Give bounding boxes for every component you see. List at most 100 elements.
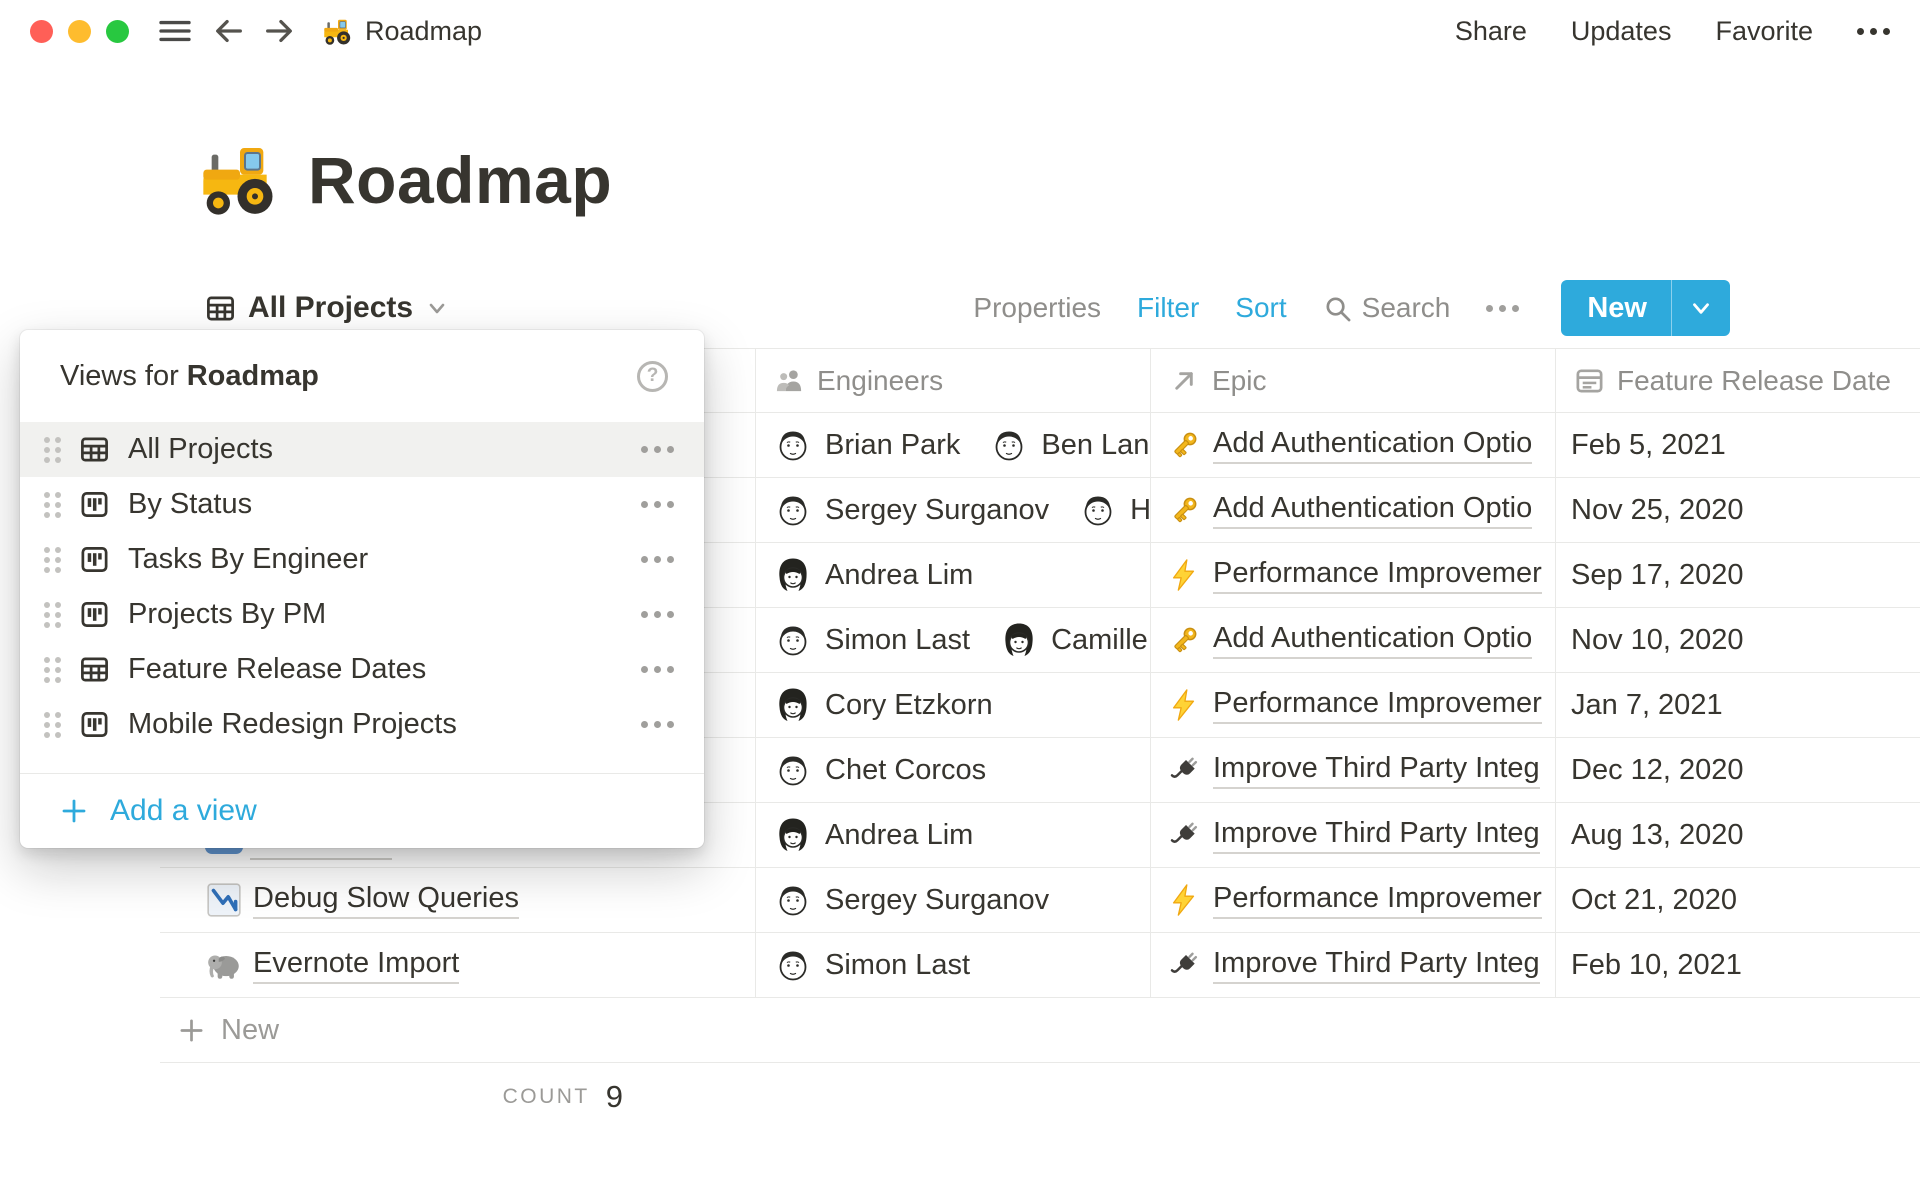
epic-link[interactable]: Add Authentication Optio — [1213, 492, 1532, 529]
view-item-more-button[interactable] — [641, 556, 674, 563]
epic-link[interactable]: Add Authentication Optio — [1213, 427, 1532, 464]
new-button-dropdown[interactable] — [1672, 280, 1730, 336]
project-page-link[interactable]: Debug Slow Queries — [253, 882, 519, 919]
epic-link[interactable]: Performance Improvemer — [1213, 557, 1542, 594]
drag-handle-icon[interactable] — [44, 712, 61, 738]
calendar-icon — [1574, 365, 1605, 396]
filter-button[interactable]: Filter — [1137, 292, 1199, 324]
engineers-cell[interactable]: Simon Last Camille R — [755, 608, 1150, 672]
new-button-label: New — [1561, 280, 1671, 336]
engineers-cell[interactable]: Sergey Surganov Ha — [755, 478, 1150, 542]
elephant-icon — [205, 946, 243, 984]
date-cell[interactable]: Feb 10, 2021 — [1555, 933, 1920, 997]
engineers-cell[interactable]: Andrea Lim — [755, 803, 1150, 867]
breadcrumb[interactable]: Roadmap — [323, 16, 482, 47]
view-item-more-button[interactable] — [641, 446, 674, 453]
traffic-lights — [30, 20, 129, 43]
epic-cell[interactable]: Add Authentication Optio — [1150, 608, 1555, 672]
count-label[interactable]: COUNT — [503, 1085, 590, 1109]
search-button[interactable]: Search — [1323, 292, 1451, 324]
topbar-action-favorite[interactable]: Favorite — [1715, 16, 1813, 47]
close-window-button[interactable] — [30, 20, 53, 43]
toolbar-more-button[interactable] — [1486, 305, 1519, 312]
view-item-more-button[interactable] — [641, 666, 674, 673]
topbar-action-updates[interactable]: Updates — [1571, 16, 1672, 47]
epic-link[interactable]: Improve Third Party Integ — [1213, 817, 1540, 854]
drag-handle-icon[interactable] — [44, 492, 61, 518]
view-switcher[interactable]: All Projects — [205, 291, 449, 325]
epic-link[interactable]: Improve Third Party Integ — [1213, 752, 1540, 789]
epic-cell[interactable]: Add Authentication Optio — [1150, 478, 1555, 542]
view-item-mobile-redesign-projects[interactable]: Mobile Redesign Projects — [20, 697, 704, 752]
view-item-more-button[interactable] — [641, 501, 674, 508]
column-header-feature-release-date[interactable]: Feature Release Date — [1555, 349, 1920, 412]
column-header-epic[interactable]: Epic — [1150, 349, 1555, 412]
view-item-tasks-by-engineer[interactable]: Tasks By Engineer — [20, 532, 704, 587]
epic-cell[interactable]: Performance Improvemer — [1150, 673, 1555, 737]
properties-button[interactable]: Properties — [973, 292, 1101, 324]
date-cell[interactable]: Dec 12, 2020 — [1555, 738, 1920, 802]
project-page-link[interactable]: Evernote Import — [253, 947, 459, 984]
view-item-projects-by-pm[interactable]: Projects By PM — [20, 587, 704, 642]
zoom-window-button[interactable] — [106, 20, 129, 43]
epic-cell[interactable]: Add Authentication Optio — [1150, 413, 1555, 477]
minimize-window-button[interactable] — [68, 20, 91, 43]
drag-handle-icon[interactable] — [44, 547, 61, 573]
engineers-cell[interactable]: Sergey Surganov — [755, 868, 1150, 932]
engineers-cell[interactable]: Chet Corcos — [755, 738, 1150, 802]
name-cell[interactable]: Evernote Import — [160, 933, 755, 997]
date-cell[interactable]: Feb 5, 2021 — [1555, 413, 1920, 477]
epic-link[interactable]: Improve Third Party Integ — [1213, 947, 1540, 984]
epic-cell[interactable]: Performance Improvemer — [1150, 543, 1555, 607]
epic-cell[interactable]: Improve Third Party Integ — [1150, 803, 1555, 867]
engineers-cell[interactable]: Brian Park Ben Lang — [755, 413, 1150, 477]
page-title[interactable]: Roadmap — [308, 142, 612, 218]
epic-cell[interactable]: Improve Third Party Integ — [1150, 738, 1555, 802]
epic-cell[interactable]: Performance Improvemer — [1150, 868, 1555, 932]
key-icon — [1167, 428, 1201, 462]
name-cell[interactable]: Debug Slow Queries — [160, 868, 755, 932]
tractor-page-icon[interactable] — [200, 138, 280, 218]
toolbar-controls: Properties Filter Sort Search New — [973, 280, 1730, 336]
date-cell[interactable]: Nov 10, 2020 — [1555, 608, 1920, 672]
engineers-cell[interactable]: Simon Last — [755, 933, 1150, 997]
epic-link[interactable]: Performance Improvemer — [1213, 882, 1542, 919]
add-view-button[interactable]: Add a view — [20, 773, 704, 847]
column-header-engineers[interactable]: Engineers — [755, 349, 1150, 412]
view-item-more-button[interactable] — [641, 611, 674, 618]
people-icon — [774, 365, 805, 396]
date-cell[interactable]: Jan 7, 2021 — [1555, 673, 1920, 737]
view-item-by-status[interactable]: By Status — [20, 477, 704, 532]
date-cell[interactable]: Aug 13, 2020 — [1555, 803, 1920, 867]
avatar — [774, 491, 812, 529]
topbar-more-button[interactable] — [1857, 28, 1890, 35]
topbar-action-share[interactable]: Share — [1455, 16, 1527, 47]
epic-link[interactable]: Performance Improvemer — [1213, 687, 1542, 724]
back-button[interactable] — [211, 13, 247, 49]
new-record-button[interactable]: New — [1561, 280, 1730, 336]
date-cell[interactable]: Nov 25, 2020 — [1555, 478, 1920, 542]
date-cell[interactable]: Sep 17, 2020 — [1555, 543, 1920, 607]
view-item-feature-release-dates[interactable]: Feature Release Dates — [20, 642, 704, 697]
board-view-icon — [79, 489, 110, 520]
drag-handle-icon[interactable] — [44, 602, 61, 628]
add-view-label: Add a view — [110, 794, 257, 828]
engineers-cell[interactable]: Andrea Lim — [755, 543, 1150, 607]
drag-handle-icon[interactable] — [44, 437, 61, 463]
add-row-button[interactable]: New — [160, 998, 1920, 1063]
view-item-all-projects[interactable]: All Projects — [20, 422, 704, 477]
date-cell[interactable]: Oct 21, 2020 — [1555, 868, 1920, 932]
table-view-icon — [205, 293, 236, 324]
epic-cell[interactable]: Improve Third Party Integ — [1150, 933, 1555, 997]
sidebar-toggle-button[interactable] — [157, 13, 193, 49]
help-icon[interactable]: ? — [637, 361, 668, 392]
drag-handle-icon[interactable] — [44, 657, 61, 683]
sort-button[interactable]: Sort — [1235, 292, 1286, 324]
page-header: Roadmap — [200, 138, 612, 218]
view-item-more-button[interactable] — [641, 721, 674, 728]
epic-link[interactable]: Add Authentication Optio — [1213, 622, 1532, 659]
forward-button[interactable] — [261, 13, 297, 49]
board-view-icon — [79, 709, 110, 740]
window-titlebar: Roadmap Share Updates Favorite — [0, 0, 1920, 62]
engineers-cell[interactable]: Cory Etzkorn — [755, 673, 1150, 737]
